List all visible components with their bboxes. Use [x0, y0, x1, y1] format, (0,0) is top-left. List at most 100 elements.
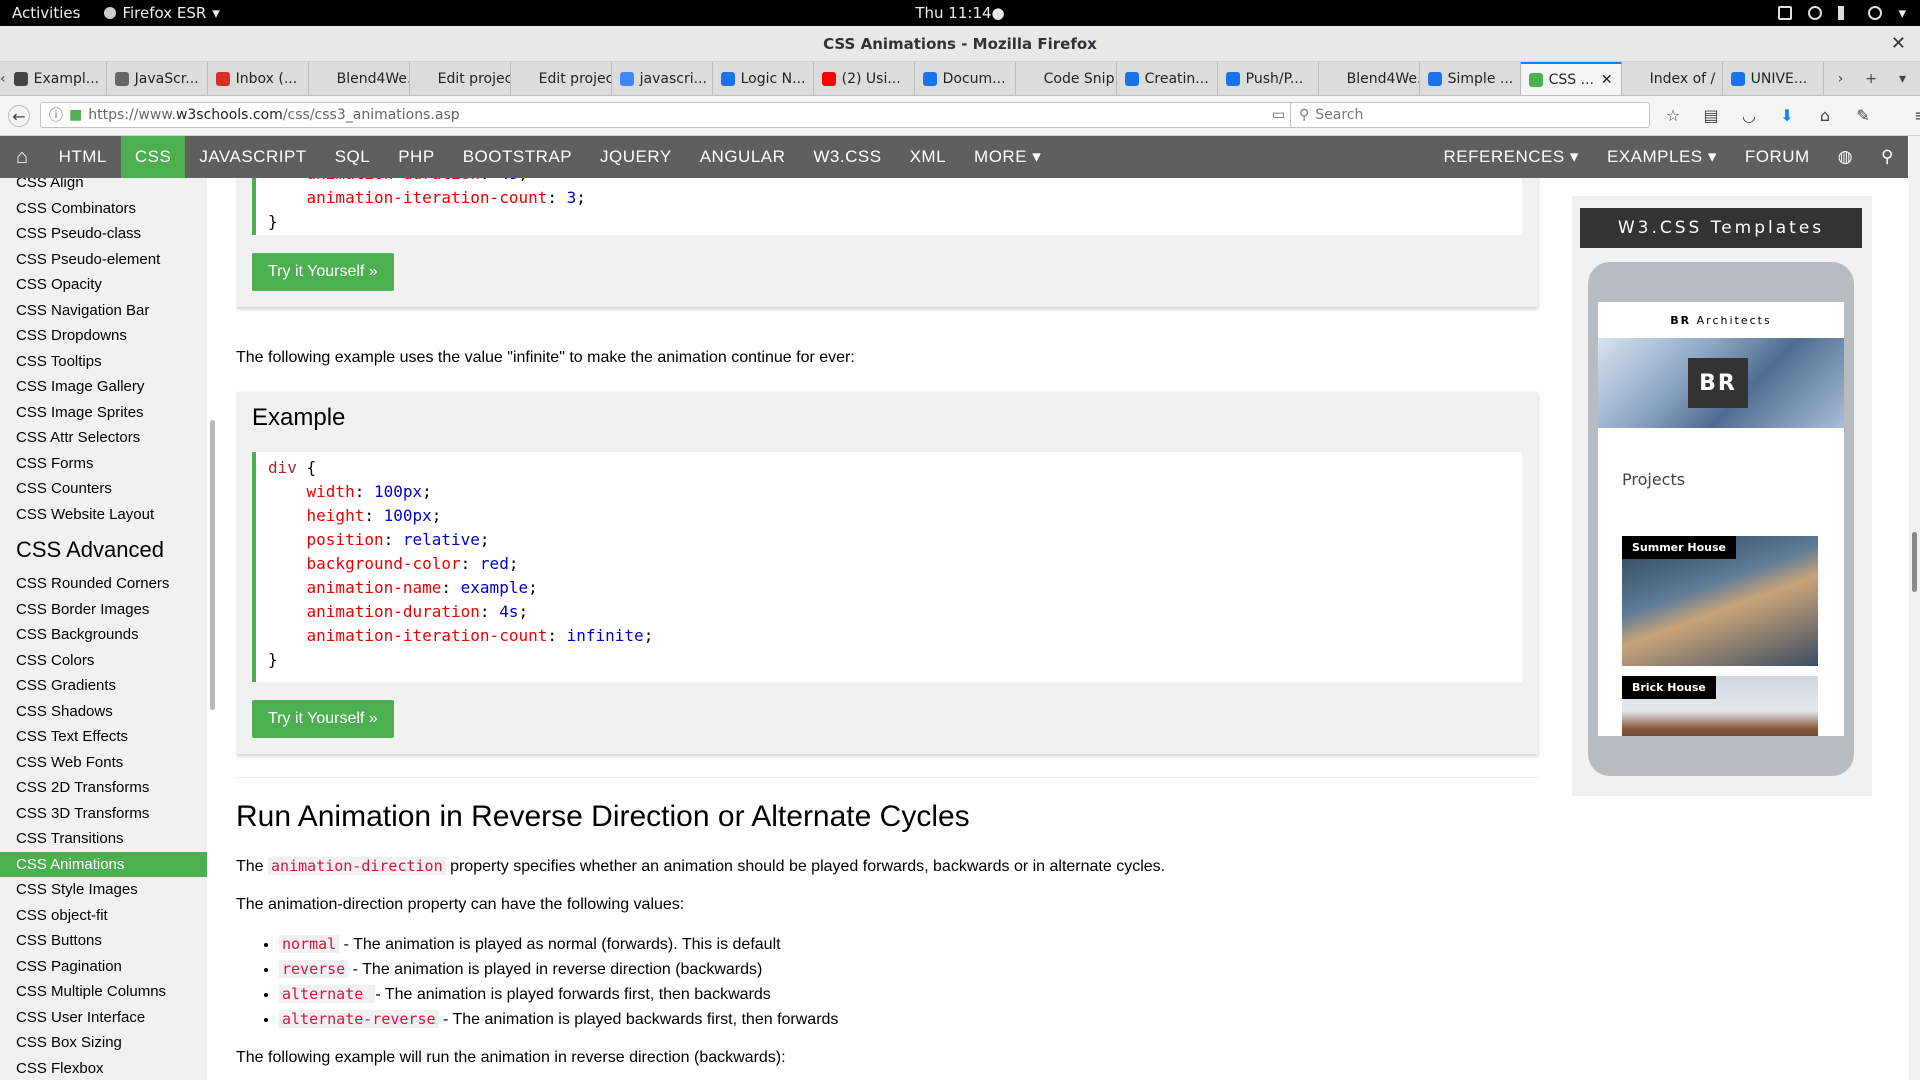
- back-button[interactable]: ←: [8, 105, 30, 127]
- browser-tab[interactable]: Inbox (...: [208, 62, 309, 95]
- sidebar-link[interactable]: CSS Flexbox: [0, 1056, 207, 1080]
- sidebar-link[interactable]: CSS Pseudo-class: [0, 221, 207, 247]
- sidebar-link[interactable]: CSS Combinators: [0, 196, 207, 222]
- sidebar-link[interactable]: CSS Align: [0, 178, 207, 196]
- close-tab-icon[interactable]: ✕: [1601, 72, 1613, 88]
- sidebar-link[interactable]: CSS Rounded Corners: [0, 571, 207, 597]
- app-menu[interactable]: Firefox ESR ▾: [104, 4, 220, 22]
- downloads-icon[interactable]: ⬇: [1776, 104, 1798, 126]
- bookmarks-list-icon[interactable]: ▤: [1700, 104, 1722, 126]
- browser-tab[interactable]: Code Snip...: [1016, 62, 1117, 95]
- site-nav-item[interactable]: BOOTSTRAP: [449, 136, 586, 178]
- sidebar-link[interactable]: CSS 3D Transforms: [0, 801, 207, 827]
- code-value: relative: [402, 530, 480, 549]
- browser-tab[interactable]: Creatin...: [1117, 62, 1218, 95]
- globe-icon[interactable]: ◍: [1824, 136, 1867, 178]
- site-nav-item[interactable]: W3.CSS: [799, 136, 895, 178]
- activities-button[interactable]: Activities: [12, 4, 80, 22]
- site-nav-item[interactable]: CSS: [120, 136, 186, 178]
- url-bar[interactable]: ⓘ ■ https://www. w3schools.com/css/css3_a…: [40, 102, 1320, 128]
- new-tab-button[interactable]: +: [1865, 71, 1877, 87]
- search-icon[interactable]: ⚲: [1867, 136, 1908, 178]
- sidebar-link[interactable]: CSS Web Fonts: [0, 750, 207, 776]
- browser-tab[interactable]: Docum...: [915, 62, 1016, 95]
- sidebar-link[interactable]: CSS Animations: [0, 851, 207, 877]
- try-it-yourself-button[interactable]: Try it Yourself »: [252, 253, 394, 291]
- divider: [236, 777, 1538, 778]
- browser-tab[interactable]: Simple ...: [1420, 62, 1521, 95]
- site-nav-item[interactable]: JQUERY: [586, 136, 686, 178]
- sidebar-link[interactable]: CSS Attr Selectors: [0, 425, 207, 451]
- sidebar-link[interactable]: CSS Tooltips: [0, 349, 207, 375]
- sidebar-link[interactable]: CSS Transitions: [0, 826, 207, 852]
- sidebar-link[interactable]: CSS Opacity: [0, 272, 207, 298]
- sidebar-link[interactable]: CSS Style Images: [0, 877, 207, 903]
- browser-tab[interactable]: Logic N...: [713, 62, 814, 95]
- sidebar-link[interactable]: CSS Text Effects: [0, 724, 207, 750]
- sidebar-link[interactable]: CSS 2D Transforms: [0, 775, 207, 801]
- sidebar-link[interactable]: CSS Pagination: [0, 954, 207, 980]
- hamburger-menu-icon[interactable]: ≡: [1910, 104, 1920, 126]
- browser-tab[interactable]: Exampl...: [6, 62, 107, 95]
- browser-tab[interactable]: Index of /: [1622, 62, 1723, 95]
- site-nav-item[interactable]: FORUM: [1731, 136, 1824, 178]
- close-window-button[interactable]: ✕: [1891, 33, 1906, 54]
- code-value: 4s: [499, 602, 519, 621]
- browser-tab[interactable]: Blend4We...: [309, 62, 410, 95]
- site-nav-item[interactable]: EXAMPLES ▾: [1593, 136, 1731, 178]
- sidebar-link[interactable]: CSS Pseudo-element: [0, 247, 207, 273]
- sidebar-link[interactable]: CSS User Interface: [0, 1005, 207, 1031]
- reader-view-icon[interactable]: ▭: [1272, 107, 1285, 123]
- sidebar-link[interactable]: CSS Colors: [0, 648, 207, 674]
- bookmark-star-icon[interactable]: ☆: [1662, 104, 1684, 126]
- browser-tab[interactable]: (2) Usi...: [814, 62, 915, 95]
- sidebar-link[interactable]: CSS Gradients: [0, 673, 207, 699]
- site-nav-item[interactable]: XML: [896, 136, 960, 178]
- home-icon[interactable]: ⌂: [1814, 104, 1836, 126]
- browser-tab[interactable]: Blend4We...: [1319, 62, 1420, 95]
- sidebar-link[interactable]: CSS Buttons: [0, 928, 207, 954]
- sidebar-link[interactable]: CSS Navigation Bar: [0, 298, 207, 324]
- browser-tab[interactable]: JavaScr...: [107, 62, 208, 95]
- sidebar-link[interactable]: CSS Box Sizing: [0, 1030, 207, 1056]
- sidebar-link[interactable]: CSS Website Layout: [0, 502, 207, 528]
- search-box[interactable]: ⚲ Search: [1290, 102, 1650, 128]
- browser-tab[interactable]: Push/P...: [1218, 62, 1319, 95]
- system-tray[interactable]: ▾: [1778, 4, 1906, 22]
- browser-tab[interactable]: javascri...: [612, 62, 713, 95]
- site-nav-item[interactable]: PHP: [384, 136, 448, 178]
- sidebar-link[interactable]: CSS object-fit: [0, 903, 207, 929]
- templates-ad[interactable]: W3.CSS Templates BR Architects BR Projec…: [1572, 196, 1872, 796]
- browser-tab[interactable]: CSS ... ✕: [1520, 62, 1622, 95]
- sidebar-link[interactable]: CSS Border Images: [0, 597, 207, 623]
- page-scrollbar-thumb[interactable]: [1912, 532, 1917, 592]
- site-nav-item[interactable]: MORE ▾: [960, 136, 1055, 178]
- site-nav-item[interactable]: REFERENCES ▾: [1430, 136, 1593, 178]
- sidebar-link[interactable]: CSS Counters: [0, 476, 207, 502]
- sidebar-link[interactable]: CSS Backgrounds: [0, 622, 207, 648]
- sidebar-link[interactable]: CSS Dropdowns: [0, 323, 207, 349]
- all-tabs-button[interactable]: ▾: [1899, 71, 1906, 87]
- extension-icon[interactable]: ✎: [1852, 104, 1874, 126]
- sidebar-scrollbar[interactable]: [210, 420, 215, 710]
- ad-heading[interactable]: W3.CSS Templates: [1580, 208, 1862, 248]
- clock[interactable]: Thu 11:14●: [915, 4, 1004, 22]
- site-nav-item[interactable]: JAVASCRIPT: [185, 136, 320, 178]
- browser-tab[interactable]: UNIVE...: [1723, 62, 1824, 95]
- sidebar-link[interactable]: CSS Shadows: [0, 699, 207, 725]
- sidebar-link[interactable]: CSS Image Sprites: [0, 400, 207, 426]
- browser-tab[interactable]: Edit projec...: [511, 62, 612, 95]
- sidebar-link[interactable]: CSS Forms: [0, 451, 207, 477]
- tab-scroll-right-button[interactable]: ›: [1838, 71, 1844, 87]
- try-it-yourself-button[interactable]: Try it Yourself »: [252, 700, 394, 738]
- pocket-icon[interactable]: ◡: [1738, 104, 1760, 126]
- sidebar-link[interactable]: CSS Multiple Columns: [0, 979, 207, 1005]
- site-nav-item[interactable]: HTML: [45, 136, 121, 178]
- site-nav-item[interactable]: ANGULAR: [686, 136, 800, 178]
- sidebar-link[interactable]: CSS Image Gallery: [0, 374, 207, 400]
- home-icon[interactable]: ⌂: [0, 136, 45, 178]
- info-icon[interactable]: ⓘ: [49, 105, 63, 125]
- page-scrollbar[interactable]: [1909, 136, 1920, 1080]
- site-nav-item[interactable]: SQL: [321, 136, 385, 178]
- browser-tab[interactable]: Edit projec...: [410, 62, 511, 95]
